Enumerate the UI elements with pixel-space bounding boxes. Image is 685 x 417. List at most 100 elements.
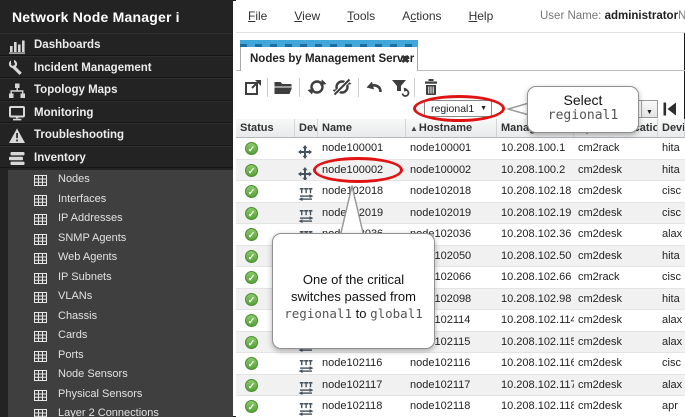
management-address-cell: 10.208.102.50 (497, 246, 574, 267)
management-address-cell: 10.208.102.116 (497, 353, 574, 374)
device-profile-cell: cisc (658, 267, 685, 288)
sidebar-subitem[interactable]: SNMP Agents (8, 229, 233, 249)
sidebar-subitem[interactable]: Physical Sensors (8, 385, 233, 405)
table-row[interactable]: ✓ node102118 node102118 10.208.102.118 c… (236, 396, 685, 417)
dropdown-arrow-button[interactable]: ▼ (641, 101, 657, 117)
sidebar-subitem[interactable]: IP Addresses (8, 209, 233, 229)
hostname-cell: node100001 (406, 138, 497, 159)
monitor-icon (8, 104, 26, 122)
switch-device-icon (295, 407, 314, 417)
system-location-cell: cm2desk (574, 396, 658, 417)
dropdown-value: regional1 (431, 103, 474, 115)
clipped-text: NI (678, 10, 685, 22)
management-address-cell: 10.208.102.19 (497, 203, 574, 224)
status-normal-icon: ✓ (245, 336, 258, 349)
column-header-name[interactable]: Name (318, 119, 406, 137)
node-name-cell: node100001 (318, 138, 406, 159)
hostname-cell: node102118 (406, 396, 497, 417)
table-grid-icon (34, 291, 47, 302)
sidebar-item-label: Incident Management (34, 62, 152, 74)
management-address-cell: 10.208.102.118 (497, 396, 574, 417)
menu-actions[interactable]: Actions (402, 9, 441, 23)
sidebar-subitem[interactable]: Interfaces (8, 190, 233, 210)
management-address-cell: 10.208.100.2 (497, 160, 574, 181)
tab-label: Nodes by Management Server (250, 53, 414, 65)
sidebar-item-incident-management[interactable]: Incident Management (0, 56, 233, 79)
sidebar-item-label: Dashboards (34, 39, 100, 51)
open-folder-button[interactable] (273, 77, 295, 99)
switch-device-icon (295, 364, 314, 374)
warning-icon (8, 127, 26, 145)
status-normal-icon: ✓ (245, 185, 258, 198)
device-profile-cell: cisc (658, 203, 685, 224)
node-name-cell: node102019 (318, 203, 406, 224)
sidebar-subitem-label: IP Subnets (58, 271, 112, 283)
sidebar-item-dashboards[interactable]: Dashboards (0, 33, 233, 56)
sidebar-subitem[interactable]: Node Sensors (8, 365, 233, 385)
delete-button[interactable] (421, 77, 443, 99)
undo-button[interactable] (364, 77, 386, 99)
reset-filter-button[interactable] (390, 77, 412, 99)
refresh-button[interactable] (307, 77, 329, 99)
column-header-device-profile[interactable]: Device Profile (658, 119, 685, 137)
device-profile-cell: hita (658, 138, 685, 159)
sidebar-subitem[interactable]: VLANs (8, 287, 233, 307)
switch-device-icon (295, 192, 314, 202)
refresh-status-off-button[interactable] (332, 77, 354, 99)
node-name-cell: node100002 (318, 160, 406, 181)
table-row[interactable]: ✓ node102019 node102019 10.208.102.19 cm… (236, 203, 685, 225)
system-location-cell: cm2desk (574, 160, 658, 181)
column-header-hostname[interactable]: ▲Hostname (406, 119, 497, 137)
menu-help[interactable]: Help (469, 9, 494, 23)
sidebar-subitem[interactable]: Cards (8, 326, 233, 346)
system-location-cell: cm2desk (574, 203, 658, 224)
sidebar-subitem-label: IP Addresses (58, 212, 123, 224)
sidebar-subitem-label: Interfaces (58, 193, 106, 205)
sidebar-item-label: Monitoring (34, 107, 93, 119)
sidebar: Network Node Manager i Dashboards Incide… (0, 0, 233, 417)
menu-file[interactable]: File (248, 9, 267, 23)
table-row[interactable]: ✓ node102116 node102116 10.208.102.116 c… (236, 353, 685, 375)
switch-device-icon (295, 214, 314, 224)
inventory-stack-icon (8, 149, 26, 167)
table-row[interactable]: ✓ node100001 node100001 10.208.100.1 cm2… (236, 138, 685, 160)
table-row[interactable]: ✓ node102018 node102018 10.208.102.18 cm… (236, 181, 685, 203)
tab-nodes-by-management-server[interactable]: Nodes by Management Server ✖ (240, 40, 418, 71)
hostname-cell: node102117 (406, 375, 497, 396)
sidebar-item-label: Inventory (34, 152, 86, 164)
system-location-cell: cm2desk (574, 332, 658, 353)
menu-separator (236, 32, 685, 33)
management-address-cell: 10.208.102.117 (497, 375, 574, 396)
first-page-button[interactable] (662, 101, 678, 117)
hostname-cell: node102116 (406, 353, 497, 374)
router-device-icon (295, 150, 312, 159)
open-in-new-window-button[interactable] (243, 77, 265, 99)
sidebar-subitem[interactable]: Ports (8, 346, 233, 366)
table-grid-icon (34, 174, 47, 185)
close-tab-icon[interactable]: ✖ (401, 53, 410, 66)
sidebar-subitem[interactable]: Web Agents (8, 248, 233, 268)
management-address-cell: 10.208.102.115 (497, 332, 574, 353)
status-normal-icon: ✓ (245, 293, 258, 306)
hostname-cell: node100002 (406, 160, 497, 181)
sidebar-item-monitoring[interactable]: Monitoring (0, 101, 233, 124)
sidebar-item-topology-maps[interactable]: Topology Maps (0, 78, 233, 101)
sidebar-subitem[interactable]: Chassis (8, 307, 233, 327)
sidebar-item-inventory[interactable]: Inventory (0, 146, 233, 169)
status-normal-icon: ✓ (245, 228, 258, 241)
table-row[interactable]: ✓ node102117 node102117 10.208.102.117 c… (236, 375, 685, 397)
sidebar-subitem[interactable]: IP Subnets (8, 268, 233, 288)
device-profile-cell: alax (658, 224, 685, 245)
management-server-dropdown[interactable]: regional1 ▼ (424, 100, 492, 117)
menu-tools[interactable]: Tools (347, 9, 375, 23)
column-header-status[interactable]: Status (236, 119, 295, 137)
column-header-device-category[interactable]: Dev (295, 119, 318, 137)
sidebar-item-troubleshooting[interactable]: Troubleshooting (0, 123, 233, 146)
node-name-cell: node102116 (318, 353, 406, 374)
sidebar-subitem[interactable]: Nodes (8, 170, 233, 190)
table-row[interactable]: ✓ node100002 node100002 10.208.100.2 cm2… (236, 160, 685, 182)
menu-view[interactable]: View (294, 9, 320, 23)
sidebar-subitem-label: Cards (58, 329, 87, 341)
system-location-cell: cm2rack (574, 138, 658, 159)
sidebar-subitem[interactable]: Layer 2 Connections (8, 404, 233, 417)
